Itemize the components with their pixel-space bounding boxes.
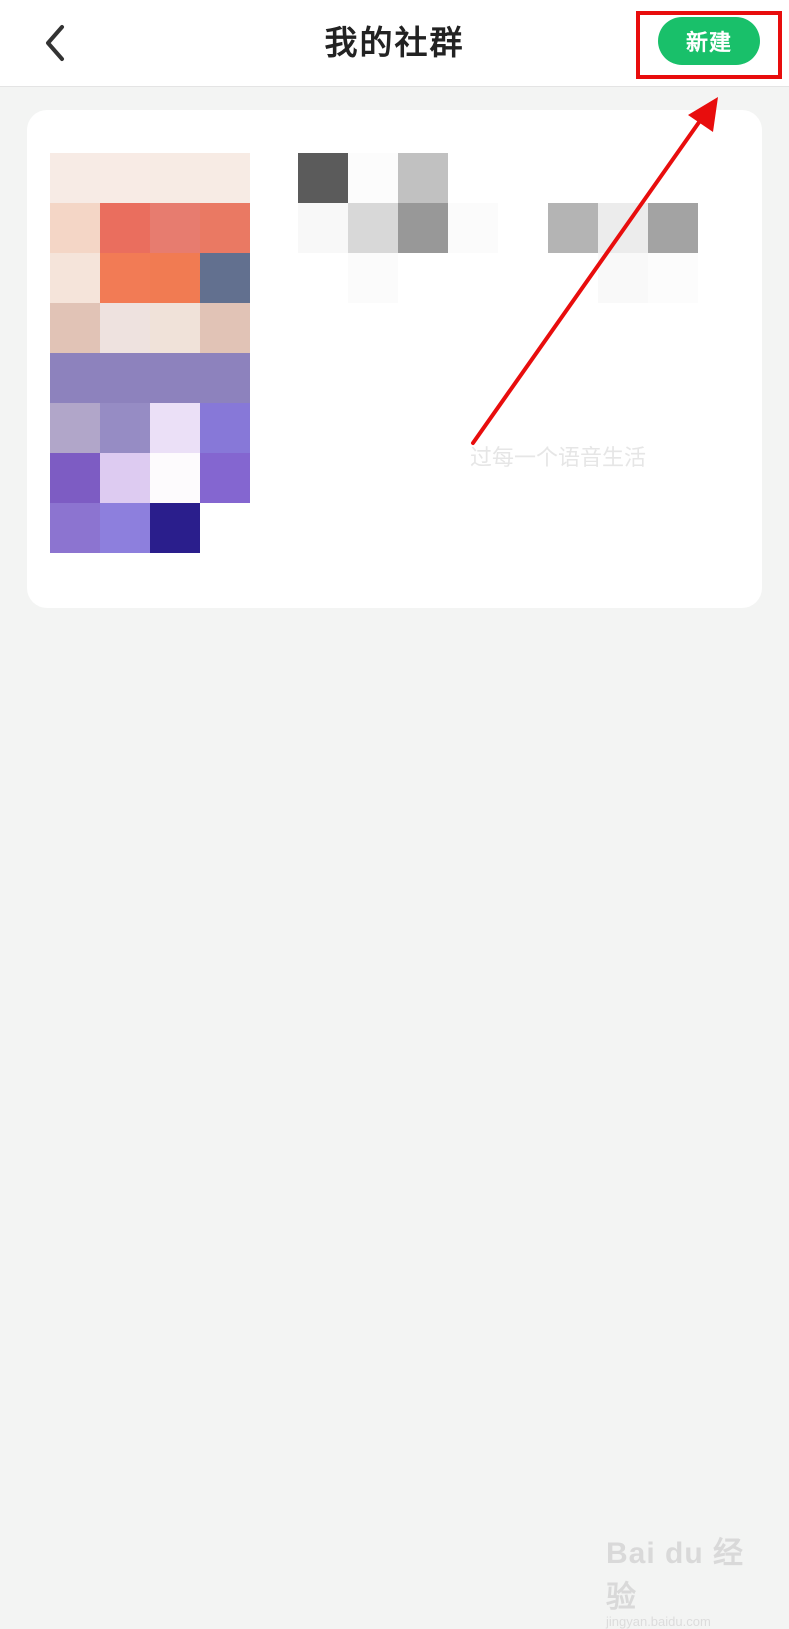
community-name-mosaic-1 [298, 153, 348, 203]
watermark-brand: Bai du 经验 [606, 1537, 745, 1614]
community-name-mosaic-2 [348, 153, 398, 203]
community-name-mosaic-3 [398, 153, 448, 203]
new-button[interactable]: 新建 [658, 17, 760, 65]
community-info-mosaic-1 [298, 203, 348, 253]
community-info-mosaic-8 [348, 253, 398, 303]
community-info-mosaic-9 [598, 253, 648, 303]
community-info-mosaic-3 [398, 203, 448, 253]
community-avatar [50, 153, 250, 553]
community-info-mosaic-10 [648, 253, 698, 303]
community-info-mosaic-6 [598, 203, 648, 253]
community-info-mosaic-5 [548, 203, 598, 253]
community-description: 过每一个语音生活 [470, 446, 647, 471]
community-info-mosaic-4 [448, 203, 498, 253]
community-info-mosaic-2 [348, 203, 398, 253]
baidu-watermark: Bai du 经验 jingyan.baidu.com [606, 1528, 756, 1629]
top-bar: 我的社群 新建 [0, 0, 789, 87]
community-info-mosaic-7 [648, 203, 698, 253]
watermark-url: jingyan.baidu.com [606, 1614, 711, 1629]
